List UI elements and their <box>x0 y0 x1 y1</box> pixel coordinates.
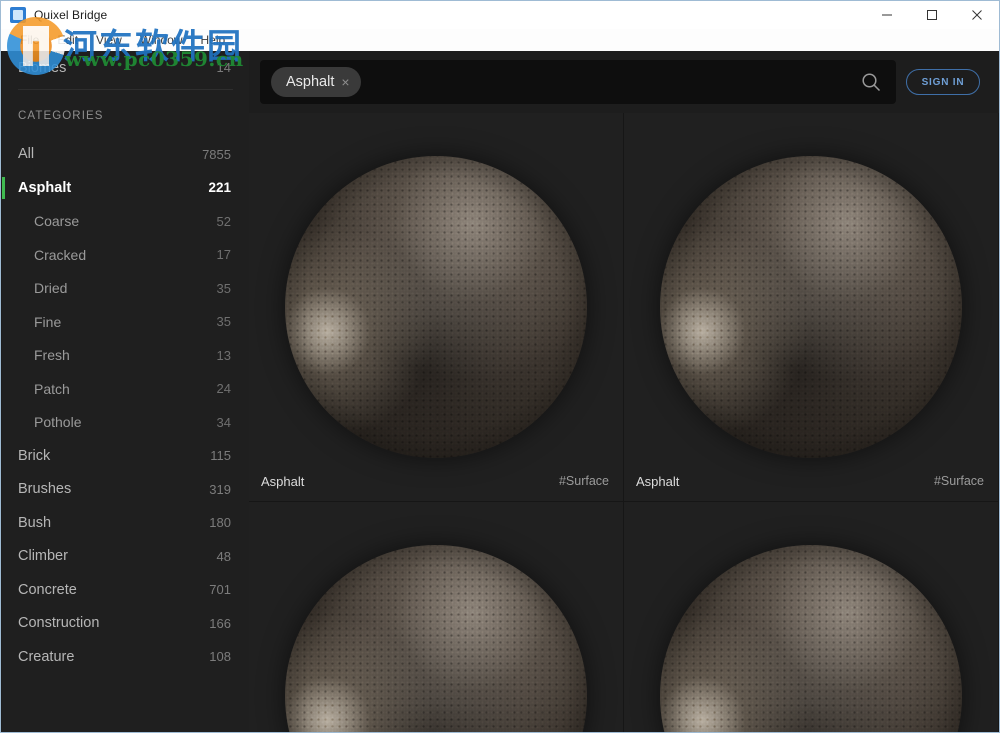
asset-thumbnail <box>624 113 998 501</box>
sidebar-item-count: 24 <box>217 381 231 396</box>
main-content: Asphalt × SIGN IN <box>249 51 999 733</box>
sidebar-item-label: Brushes <box>18 481 71 497</box>
sidebar-item-count: 221 <box>208 180 231 195</box>
sidebar-item-count: 319 <box>209 482 231 497</box>
asset-card[interactable]: Asphalt #Surface <box>624 113 999 502</box>
asset-thumbnail <box>249 502 623 733</box>
sidebar-item-label: All <box>18 146 34 162</box>
sidebar-item-patch[interactable]: Patch 24 <box>2 372 249 406</box>
asset-thumbnail <box>624 502 998 733</box>
sphere-preview-icon <box>285 545 587 733</box>
sidebar[interactable]: Biomes 14 CATEGORIES All 7855 Asphalt 22… <box>2 51 249 733</box>
minimize-icon[interactable] <box>864 1 909 29</box>
sidebar-item-label: Fresh <box>34 347 70 363</box>
sidebar-item-count: 14 <box>217 60 231 75</box>
sidebar-item-construction[interactable]: Construction 166 <box>2 607 249 641</box>
sidebar-item-label: Fine <box>34 314 61 330</box>
close-icon[interactable] <box>954 1 999 29</box>
asset-card[interactable]: Asphalt #Surface <box>249 502 624 733</box>
menu-item-view[interactable]: View <box>87 31 131 49</box>
sidebar-item-count: 166 <box>209 616 231 631</box>
sign-in-label: SIGN IN <box>922 77 965 88</box>
sidebar-item-label: Climber <box>18 548 68 564</box>
sphere-preview-icon <box>660 156 962 458</box>
sidebar-item-count: 701 <box>209 582 231 597</box>
asset-tag[interactable]: #Surface <box>934 474 984 488</box>
window-titlebar: Quixel Bridge <box>1 1 999 29</box>
sidebar-item-bush[interactable]: Bush 180 <box>2 506 249 540</box>
sidebar-section-categories: CATEGORIES <box>2 94 249 138</box>
sidebar-item-all[interactable]: All 7855 <box>2 138 249 172</box>
sidebar-item-creature[interactable]: Creature 108 <box>2 640 249 674</box>
quixel-bridge-icon <box>10 7 26 23</box>
window-title: Quixel Bridge <box>34 8 107 22</box>
sidebar-item-label: Coarse <box>34 213 79 229</box>
search-toolbar: Asphalt × SIGN IN <box>249 51 999 113</box>
sphere-preview-icon <box>660 545 962 733</box>
sidebar-item-label: Creature <box>18 649 74 665</box>
search-icon[interactable] <box>860 71 882 93</box>
sidebar-item-fresh[interactable]: Fresh 13 <box>2 339 249 373</box>
sidebar-item-count: 35 <box>217 314 231 329</box>
sidebar-item-dried[interactable]: Dried 35 <box>2 272 249 306</box>
sidebar-item-biomes[interactable]: Biomes 14 <box>2 51 249 85</box>
sidebar-item-label: Biomes <box>18 60 66 76</box>
sidebar-item-label: Patch <box>34 381 70 397</box>
sidebar-item-label: Bush <box>18 515 51 531</box>
sidebar-item-label: Concrete <box>18 582 77 598</box>
close-icon[interactable]: × <box>341 75 349 89</box>
menu-item-edit[interactable]: Edit <box>48 31 87 49</box>
sidebar-item-brushes[interactable]: Brushes 319 <box>2 473 249 507</box>
sidebar-item-count: 13 <box>217 348 231 363</box>
sidebar-item-count: 108 <box>209 649 231 664</box>
asset-tag[interactable]: #Surface <box>559 474 609 488</box>
asset-card[interactable]: Asphalt #Surface <box>249 113 624 502</box>
sidebar-item-count: 48 <box>217 549 231 564</box>
sidebar-item-brick[interactable]: Brick 115 <box>2 439 249 473</box>
sidebar-item-label: Asphalt <box>18 180 71 196</box>
menu-item-help[interactable]: Help <box>192 31 235 49</box>
sidebar-item-label: Construction <box>18 615 99 631</box>
asset-title: Asphalt <box>636 474 679 489</box>
sidebar-item-cracked[interactable]: Cracked 17 <box>2 238 249 272</box>
sidebar-item-count: 34 <box>217 415 231 430</box>
sidebar-item-label: Dried <box>34 280 67 296</box>
asset-title: Asphalt <box>261 474 304 489</box>
asset-grid: Asphalt #Surface Asphalt #Surface As <box>249 113 999 733</box>
sphere-preview-icon <box>285 156 587 458</box>
asset-card-footer: Asphalt #Surface <box>624 461 998 501</box>
sidebar-item-concrete[interactable]: Concrete 701 <box>2 573 249 607</box>
sidebar-item-label: Cracked <box>34 247 86 263</box>
menu-item-window[interactable]: Window <box>131 31 192 49</box>
sidebar-item-climber[interactable]: Climber 48 <box>2 540 249 574</box>
search-chip-asphalt[interactable]: Asphalt × <box>271 67 361 97</box>
sidebar-item-fine[interactable]: Fine 35 <box>2 305 249 339</box>
window-controls <box>864 1 999 29</box>
sidebar-item-pothole[interactable]: Pothole 34 <box>2 406 249 440</box>
search-input[interactable]: Asphalt × <box>260 60 896 104</box>
quixel-bridge-window: Quixel Bridge File Edit View Window Help… <box>0 0 1000 733</box>
sidebar-item-label: Brick <box>18 448 50 464</box>
sidebar-item-count: 35 <box>217 281 231 296</box>
search-chip-label: Asphalt <box>286 74 334 90</box>
sidebar-item-count: 52 <box>217 214 231 229</box>
sidebar-divider <box>18 89 233 90</box>
sidebar-item-label: Pothole <box>34 414 81 430</box>
menubar: File Edit View Window Help <box>1 29 999 51</box>
sidebar-item-asphalt[interactable]: Asphalt 221 <box>2 171 249 205</box>
asset-thumbnail <box>249 113 623 501</box>
asset-card[interactable]: Asphalt #Surface <box>624 502 999 733</box>
menu-item-file[interactable]: File <box>11 31 48 49</box>
maximize-icon[interactable] <box>909 1 954 29</box>
sign-in-button[interactable]: SIGN IN <box>906 69 980 95</box>
sidebar-item-count: 180 <box>209 515 231 530</box>
sidebar-item-coarse[interactable]: Coarse 52 <box>2 205 249 239</box>
asset-card-footer: Asphalt #Surface <box>249 461 623 501</box>
sidebar-item-count: 7855 <box>202 147 231 162</box>
sidebar-item-count: 115 <box>210 448 231 463</box>
sidebar-item-count: 17 <box>217 247 231 262</box>
